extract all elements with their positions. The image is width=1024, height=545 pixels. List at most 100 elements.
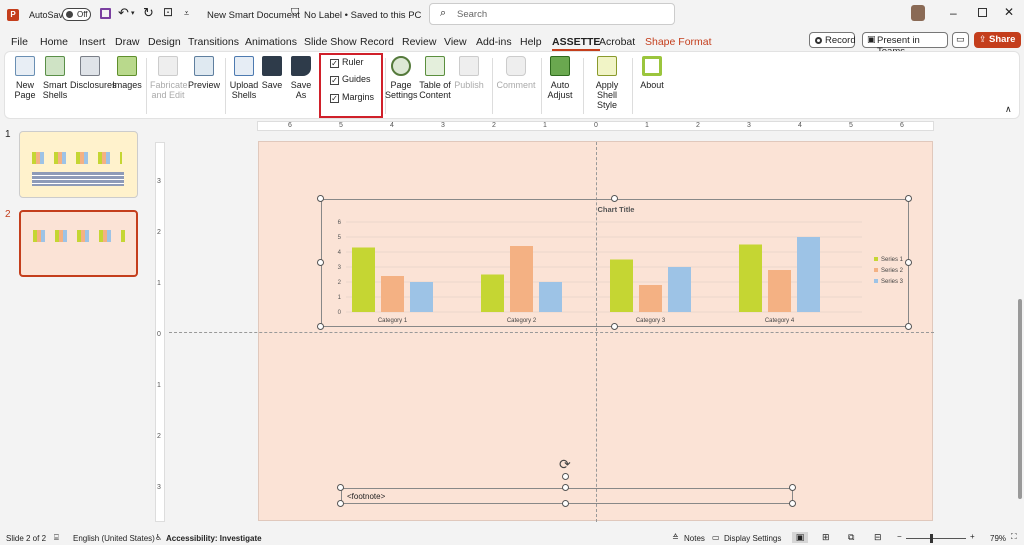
slide-thumbnail-2[interactable] — [19, 210, 138, 277]
images-button[interactable]: Images — [112, 56, 142, 90]
autosave-state: Off — [77, 10, 88, 19]
margins-checkbox[interactable]: ✓ Margins — [330, 92, 374, 103]
page-settings-button[interactable]: Page Settings — [385, 56, 418, 100]
present-icon[interactable]: ⊡ — [163, 5, 173, 19]
normal-view-icon[interactable]: ▣ — [792, 532, 808, 543]
slide-sorter-icon[interactable]: ⊞ — [822, 532, 830, 543]
resize-handle[interactable] — [562, 473, 569, 480]
tab-acrobat[interactable]: Acrobat — [599, 36, 635, 48]
tab-insert[interactable]: Insert — [79, 36, 105, 48]
resize-handle[interactable] — [905, 195, 912, 202]
resize-handle[interactable] — [789, 484, 796, 491]
resize-handle[interactable] — [905, 323, 912, 330]
resize-handle[interactable] — [611, 195, 618, 202]
publish-label: Publish — [454, 80, 484, 90]
new-page-button[interactable]: New Page — [9, 56, 41, 100]
customize-toolbar-icon[interactable]: ⩡ — [184, 8, 189, 19]
resize-handle[interactable] — [317, 323, 324, 330]
save-icon[interactable] — [100, 8, 111, 19]
horizontal-guide[interactable] — [169, 332, 934, 333]
tab-add-ins[interactable]: Add-ins — [476, 36, 512, 48]
display-settings-button[interactable]: Display Settings — [724, 534, 781, 543]
slide-canvas[interactable]: Chart Title 0 1 2 3 4 5 6 Category 1 Category 2 Ca… — [169, 141, 934, 522]
scrollbar-thumb[interactable] — [1018, 299, 1022, 499]
zoom-slider-thumb[interactable] — [930, 534, 933, 543]
reading-view-icon[interactable]: ⧉ — [848, 532, 854, 543]
resize-handle[interactable] — [317, 195, 324, 202]
resize-handle[interactable] — [611, 323, 618, 330]
avatar[interactable] — [911, 5, 925, 21]
comments-button[interactable]: ▭ — [952, 32, 969, 48]
accessibility-status[interactable]: Accessibility: Investigate — [166, 534, 262, 543]
notes-button[interactable]: Notes — [684, 534, 705, 543]
disclosures-button[interactable]: Disclosures — [70, 56, 117, 90]
tab-file[interactable]: File — [11, 36, 28, 48]
tab-slide-show[interactable]: Slide Show — [304, 36, 357, 48]
tab-record[interactable]: Record — [360, 36, 394, 48]
save-as-label: Save As — [290, 80, 312, 100]
publish-icon — [459, 56, 479, 76]
save-button[interactable]: Save — [261, 56, 283, 90]
redo-icon[interactable]: ↻ — [143, 5, 154, 21]
record-button[interactable]: Record — [809, 32, 856, 48]
fit-to-window-icon[interactable]: ⛶ — [1011, 532, 1017, 542]
share-icon: ⇪ — [979, 34, 987, 44]
rotate-handle-icon[interactable]: ⟳ — [559, 456, 571, 473]
resize-handle[interactable] — [562, 500, 569, 507]
ribbon-separator — [632, 58, 633, 114]
spellcheck-icon[interactable]: ⌸ — [54, 533, 59, 543]
share-button[interactable]: ⇪ Share — [974, 32, 1021, 48]
tab-home[interactable]: Home — [40, 36, 68, 48]
resize-handle[interactable] — [337, 484, 344, 491]
zoom-out-icon[interactable]: − — [897, 532, 902, 541]
restore-icon[interactable] — [978, 8, 987, 17]
resize-handle[interactable] — [789, 500, 796, 507]
autosave-toggle[interactable]: Off — [62, 8, 91, 21]
undo-dropdown-icon[interactable]: ▾ — [131, 9, 135, 17]
save-as-button[interactable]: Save As — [288, 56, 314, 100]
collapse-ribbon-icon[interactable]: ∧ — [1005, 104, 1012, 115]
sensitivity-shield-icon: ⛉ — [291, 7, 300, 19]
label-status[interactable]: No Label • Saved to this PC — [304, 10, 421, 21]
guides-checkbox[interactable]: ✓ Guides — [330, 74, 371, 85]
resize-handle[interactable] — [905, 259, 912, 266]
about-button[interactable]: About — [637, 56, 667, 90]
guides-label: Guides — [342, 74, 371, 84]
tab-design[interactable]: Design — [148, 36, 181, 48]
resize-handle[interactable] — [317, 259, 324, 266]
slideshow-icon[interactable]: ⊟ — [874, 532, 882, 543]
vertical-ruler[interactable]: 3 2 1 0 1 2 3 — [155, 142, 165, 522]
tab-animations[interactable]: Animations — [245, 36, 297, 48]
minimize-icon[interactable]: – — [950, 6, 957, 20]
apply-shell-style-button[interactable]: Apply Shell Style — [587, 56, 627, 110]
resize-handle[interactable] — [562, 484, 569, 491]
close-icon[interactable]: ✕ — [1004, 5, 1014, 19]
tab-view[interactable]: View — [444, 36, 467, 48]
resize-handle[interactable] — [337, 500, 344, 507]
tab-shape-format[interactable]: Shape Format — [645, 36, 712, 48]
chart-object[interactable]: Chart Title 0 1 2 3 4 5 6 Category 1 Category 2 Ca… — [321, 199, 909, 327]
undo-icon[interactable]: ↶ — [118, 5, 129, 21]
auto-adjust-button[interactable]: Auto Adjust — [542, 56, 578, 100]
tab-draw[interactable]: Draw — [115, 36, 140, 48]
ruler-checkbox[interactable]: ✓ Ruler — [330, 57, 364, 68]
tab-help[interactable]: Help — [520, 36, 542, 48]
upload-shells-button[interactable]: Upload Shells — [228, 56, 260, 100]
tab-review[interactable]: Review — [402, 36, 436, 48]
preview-icon — [194, 56, 214, 76]
tab-transitions[interactable]: Transitions — [188, 36, 239, 48]
preview-button[interactable]: Preview — [188, 56, 220, 90]
legend-entry: Series 2 — [881, 268, 904, 274]
search-box[interactable]: ⌕ Search — [429, 3, 675, 25]
zoom-level[interactable]: 79% — [990, 534, 1006, 543]
horizontal-ruler[interactable]: 6 5 4 3 2 1 0 1 2 3 4 5 6 — [257, 121, 934, 131]
zoom-in-icon[interactable]: + — [970, 532, 975, 541]
table-of-content-button[interactable]: Table of Content — [417, 56, 453, 100]
language-status[interactable]: English (United States) — [73, 534, 155, 543]
slide-thumbnail-1[interactable] — [19, 131, 138, 198]
tab-assette[interactable]: ASSETTE — [552, 36, 601, 51]
y-tick-label: 4 — [338, 250, 342, 256]
present-in-teams-button[interactable]: ▣ Present in Teams — [862, 32, 948, 57]
zoom-slider[interactable] — [906, 534, 966, 543]
smart-shells-button[interactable]: Smart Shells — [40, 56, 70, 100]
